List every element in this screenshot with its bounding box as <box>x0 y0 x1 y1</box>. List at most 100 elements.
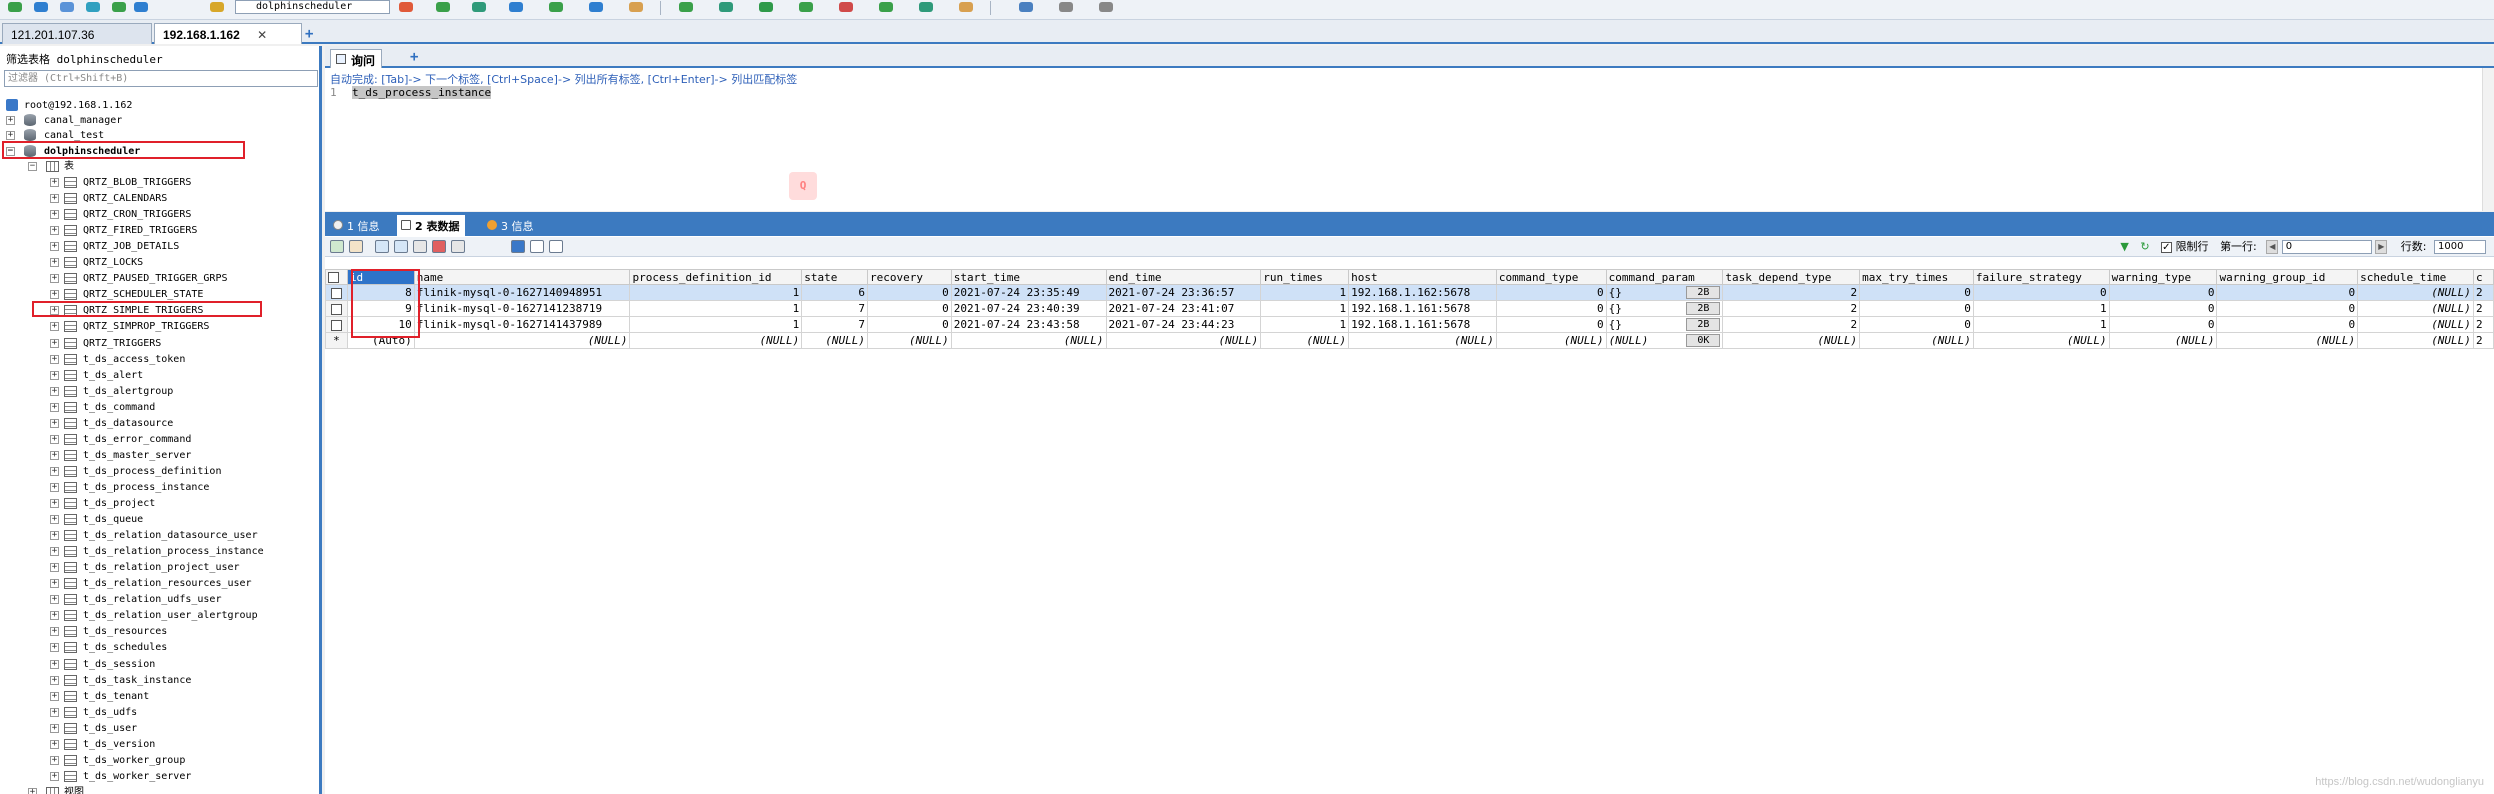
duplicate-row-icon[interactable] <box>394 240 408 253</box>
grid-cell[interactable]: 0 <box>1859 316 1974 333</box>
grid-cell[interactable]: (NULL) <box>867 332 952 349</box>
column-header[interactable]: name <box>413 269 631 285</box>
new-query-icon[interactable] <box>30 0 52 16</box>
expand-icon[interactable]: + <box>50 322 59 332</box>
column-header[interactable]: max_try_times <box>1859 269 1974 285</box>
row-selector[interactable] <box>325 300 348 317</box>
expand-icon[interactable]: + <box>50 434 59 444</box>
grid-cell[interactable]: 1 <box>1260 300 1350 317</box>
column-header[interactable]: failure_strategy <box>1972 269 2110 285</box>
grid-cell[interactable]: (NULL) <box>1348 332 1497 349</box>
report-icon[interactable] <box>955 0 977 16</box>
prev-page-icon[interactable]: ◀ <box>2266 240 2279 254</box>
column-header[interactable]: command_type <box>1495 269 1607 285</box>
execute-icon[interactable] <box>82 0 104 16</box>
expand-icon[interactable]: + <box>50 386 59 396</box>
grid-cell[interactable]: 7 <box>801 300 869 317</box>
grid-cell[interactable]: 0 <box>1495 284 1607 301</box>
select-all-checkbox[interactable] <box>328 272 339 283</box>
tools-icon[interactable] <box>1055 0 1077 16</box>
expand-icon[interactable]: + <box>50 531 59 541</box>
row-selector[interactable] <box>325 284 348 301</box>
limit-rows-checkbox[interactable] <box>2161 240 2173 256</box>
expand-icon[interactable]: + <box>50 643 59 653</box>
grid-cell[interactable]: flinik-mysql-0-1627141238719 <box>413 300 631 317</box>
grid-cell[interactable]: 2 <box>2472 300 2494 317</box>
export-grid-icon[interactable] <box>330 240 344 253</box>
open-icon[interactable] <box>56 0 78 16</box>
plus-circle-icon[interactable] <box>875 0 897 16</box>
query-tab[interactable]: 询问 <box>330 49 383 68</box>
column-header[interactable]: command_param <box>1605 269 1724 285</box>
grid-cell[interactable]: (NULL) <box>2357 316 2474 333</box>
expand-icon[interactable]: + <box>50 691 59 701</box>
refresh-icon[interactable] <box>130 0 152 16</box>
grid-cell[interactable]: 2 <box>1722 316 1861 333</box>
database-selector[interactable]: dolphinscheduler <box>235 0 390 14</box>
column-header[interactable]: run_times <box>1260 269 1350 285</box>
grid-cell[interactable]: {} 2B <box>1605 284 1724 301</box>
first-row-input[interactable]: 0 <box>2281 240 2372 254</box>
expand-icon[interactable]: + <box>50 739 59 749</box>
expand-icon[interactable]: + <box>50 579 59 589</box>
grid-cell[interactable]: 0 <box>867 316 952 333</box>
expand-icon[interactable]: + <box>50 210 59 220</box>
grid-cell[interactable]: 1 <box>1972 316 2110 333</box>
close-icon[interactable]: ✕ <box>257 28 267 42</box>
backup-icon[interactable] <box>432 0 454 16</box>
expand-icon[interactable]: + <box>50 258 59 268</box>
expand-icon[interactable]: + <box>50 178 59 187</box>
expand-icon[interactable]: + <box>50 338 59 348</box>
row-count-input[interactable]: 1000 <box>2434 240 2486 254</box>
grid-cell[interactable]: 7 <box>801 316 869 333</box>
row-selector[interactable]: * <box>325 332 348 349</box>
export-icon[interactable] <box>545 0 567 16</box>
column-header[interactable]: warning_type <box>2108 269 2218 285</box>
expand-icon[interactable]: + <box>50 242 59 252</box>
expand-icon[interactable]: + <box>50 482 59 492</box>
expand-icon[interactable]: + <box>50 450 59 460</box>
expand-icon[interactable]: + <box>50 194 59 204</box>
grid-cell[interactable]: (NULL) <box>1260 332 1350 349</box>
expand-icon[interactable]: + <box>50 611 59 621</box>
grid-cell[interactable]: 0 <box>2108 284 2218 301</box>
grid-cell[interactable]: 1 <box>1260 316 1350 333</box>
sync-icon[interactable] <box>505 0 527 16</box>
grid-cell[interactable]: (NULL) <box>801 332 869 349</box>
column-header[interactable]: state <box>801 269 869 285</box>
column-header[interactable]: recovery <box>867 269 952 285</box>
connection-tab[interactable]: 121.201.107.36 <box>2 23 152 44</box>
execute-all-icon[interactable] <box>108 0 130 16</box>
grid-cell[interactable]: (NULL) <box>413 332 631 349</box>
reload-icon[interactable] <box>755 0 777 16</box>
grid-cell[interactable]: (NULL) <box>1972 332 2110 349</box>
copy-grid-icon[interactable] <box>349 240 363 253</box>
grid-cell[interactable]: 2 <box>1722 284 1861 301</box>
editor-scrollbar[interactable] <box>2482 68 2494 211</box>
column-header[interactable]: c <box>2472 269 2494 285</box>
grid-cell[interactable]: {} 2B <box>1605 300 1724 317</box>
expand-icon[interactable]: + <box>50 723 59 733</box>
delete-icon[interactable] <box>432 240 446 253</box>
column-header[interactable]: schedule_time <box>2357 269 2474 285</box>
expand-icon[interactable]: + <box>50 675 59 685</box>
user-icon[interactable] <box>395 0 417 16</box>
cancel-icon[interactable] <box>451 240 465 253</box>
expand-icon[interactable]: + <box>50 499 59 508</box>
insert-row-icon[interactable] <box>375 240 389 253</box>
grid-cell[interactable]: {} 2B <box>1605 316 1724 333</box>
expand-icon[interactable]: + <box>50 354 59 364</box>
grid-cell[interactable]: 0 <box>2108 316 2218 333</box>
expand-icon[interactable]: + <box>28 788 37 794</box>
grid-cell[interactable]: 0 <box>1972 284 2110 301</box>
expand-icon[interactable]: + <box>50 595 59 605</box>
grid-cell[interactable]: 0 <box>2216 284 2359 301</box>
grid-cell[interactable]: 1 <box>1260 284 1350 301</box>
expand-icon[interactable]: + <box>50 402 59 412</box>
new-row[interactable]: * (Auto) (NULL) (NULL) (NULL) (NULL) (NULL) (NU… <box>325 332 2494 349</box>
table-row[interactable]: 8 flinik-mysql-0-1627140948951 1 6 0 2021-07-… <box>325 284 2494 301</box>
column-header[interactable]: process_definition_id <box>629 269 803 285</box>
grid-cell[interactable]: (NULL) <box>2216 332 2359 349</box>
blob-size-button[interactable]: 2B <box>1686 286 1721 299</box>
expand-icon[interactable]: + <box>50 466 59 476</box>
